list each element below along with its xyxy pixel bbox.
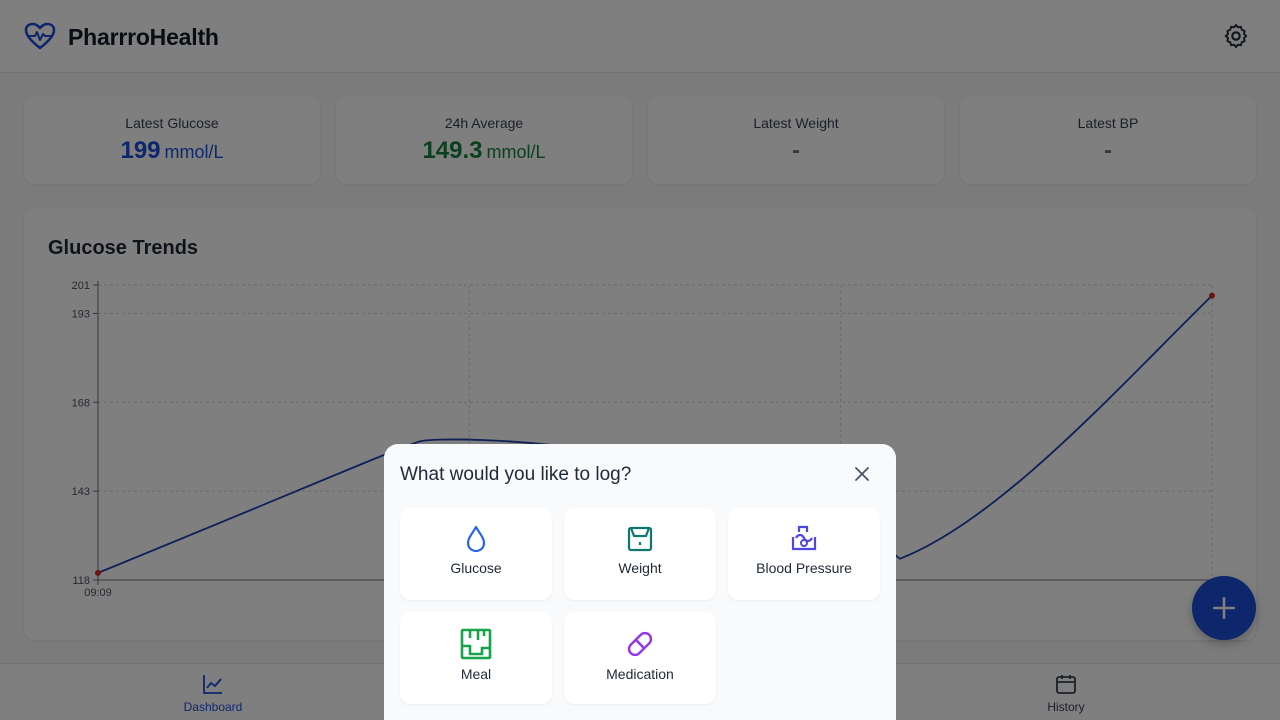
log-option-label: Meal <box>460 666 492 682</box>
log-option-label: Weight <box>618 560 662 576</box>
droplet-icon <box>466 525 486 553</box>
log-option-blood-pressure[interactable]: Blood Pressure <box>728 508 880 600</box>
meal-icon <box>460 628 492 660</box>
log-option-medication[interactable]: Medication <box>564 612 716 704</box>
blood-pressure-icon <box>791 525 817 551</box>
log-option-label: Glucose <box>450 560 502 576</box>
scale-icon <box>627 526 653 552</box>
log-option-glucose[interactable]: Glucose <box>400 508 552 600</box>
modal-title: What would you like to log? <box>400 464 632 485</box>
close-icon[interactable] <box>852 464 872 484</box>
log-option-weight[interactable]: Weight <box>564 508 716 600</box>
pill-icon <box>627 631 653 657</box>
log-option-label: Blood Pressure <box>756 560 852 576</box>
log-option-meal[interactable]: Meal <box>400 612 552 704</box>
log-modal: What would you like to log? Glucose Weig… <box>384 444 896 720</box>
log-option-label: Medication <box>606 666 674 682</box>
